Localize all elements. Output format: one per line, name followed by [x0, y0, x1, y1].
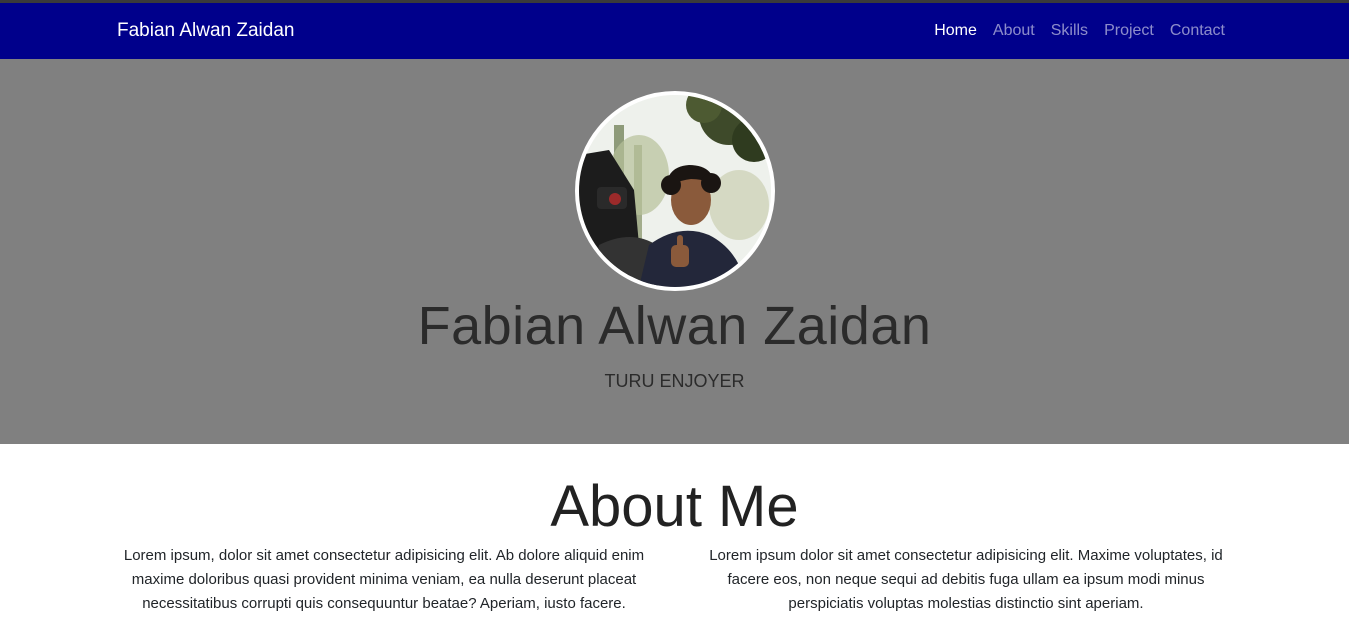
about-paragraph-right: Lorem ipsum dolor sit amet consectetur a…	[709, 547, 1223, 612]
nav-link-contact[interactable]: Contact	[1170, 22, 1225, 40]
profile-photo-icon	[579, 95, 771, 287]
nav-link-skills[interactable]: Skills	[1051, 22, 1088, 40]
navbar: Fabian Alwan Zaidan Home About Skills Pr…	[0, 3, 1349, 59]
hero-tagline: TURU ENJOYER	[604, 371, 745, 391]
nav-link-about[interactable]: About	[993, 22, 1035, 40]
about-section: About Me Lorem ipsum, dolor sit amet con…	[0, 444, 1349, 628]
nav-link-home[interactable]: Home	[934, 22, 977, 40]
navbar-brand[interactable]: Fabian Alwan Zaidan	[117, 3, 294, 59]
hero-name: Fabian Alwan Zaidan	[417, 296, 932, 356]
profile-avatar	[575, 91, 775, 291]
about-title: About Me	[550, 474, 799, 539]
hero-section: Fabian Alwan Zaidan TURU ENJOYER	[0, 59, 1349, 444]
nav-link-project[interactable]: Project	[1104, 22, 1154, 40]
about-paragraph-left: Lorem ipsum, dolor sit amet consectetur …	[123, 547, 645, 612]
nav-links: Home About Skills Project Contact	[918, 3, 1225, 59]
about-columns: Lorem ipsum, dolor sit amet consectetur …	[117, 544, 1233, 616]
